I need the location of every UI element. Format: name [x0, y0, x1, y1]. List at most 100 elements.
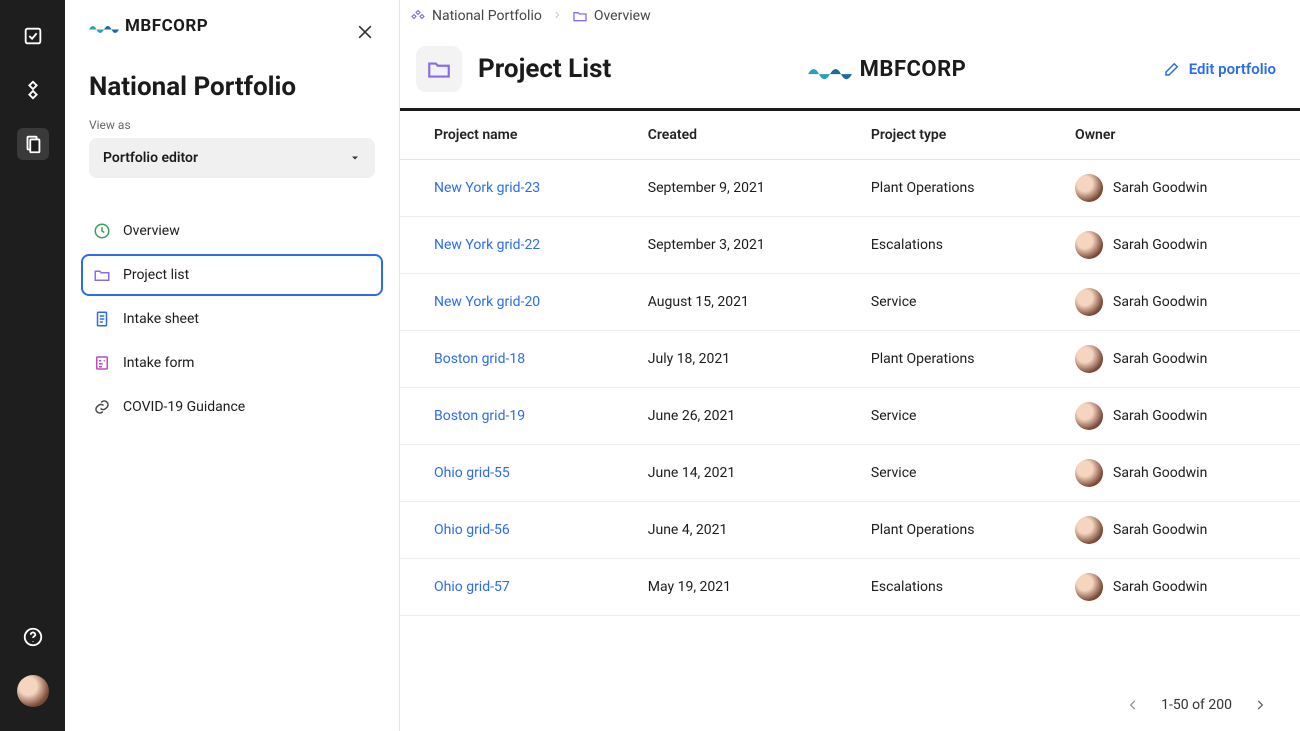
- breadcrumb-portfolio[interactable]: National Portfolio: [410, 8, 542, 24]
- pager-range: 1-50 of 200: [1161, 697, 1232, 713]
- owner-avatar: [1075, 402, 1103, 430]
- owner-name: Sarah Goodwin: [1113, 351, 1207, 367]
- sidebar-item-label: Project list: [123, 267, 189, 283]
- owner-name: Sarah Goodwin: [1113, 522, 1207, 538]
- projects-table: Project name Created Project type Owner …: [400, 108, 1300, 616]
- cell-created: June 26, 2021: [628, 388, 851, 445]
- sheet-icon: [93, 310, 111, 328]
- cell-created: September 3, 2021: [628, 217, 851, 274]
- page-folder-icon: [416, 46, 462, 92]
- cell-type: Plant Operations: [851, 331, 1055, 388]
- header-brand-name: MBFCORP: [860, 57, 967, 82]
- rail-apps-icon[interactable]: [17, 74, 49, 106]
- project-name-link[interactable]: Ohio grid-56: [434, 522, 510, 538]
- cell-type: Plant Operations: [851, 502, 1055, 559]
- table-row[interactable]: New York grid-22 September 3, 2021Escalat…: [400, 217, 1300, 274]
- cell-created: July 18, 2021: [628, 331, 851, 388]
- chevron-left-icon: [1126, 698, 1140, 712]
- rail-user-avatar[interactable]: [17, 675, 49, 707]
- owner-avatar: [1075, 516, 1103, 544]
- breadcrumb-section[interactable]: Overview: [572, 8, 651, 24]
- table-row[interactable]: Ohio grid-55 June 14, 2021Service Sarah Go…: [400, 445, 1300, 502]
- cell-owner: Sarah Goodwin: [1075, 402, 1280, 430]
- sidebar-item-project-list[interactable]: Project list: [81, 254, 383, 296]
- pencil-icon: [1163, 60, 1181, 78]
- sidebar-item-label: COVID-19 Guidance: [123, 399, 245, 415]
- cell-created: August 15, 2021: [628, 274, 851, 331]
- sidebar-item-label: Intake sheet: [123, 311, 199, 327]
- role-select-value: Portfolio editor: [103, 150, 198, 166]
- sidebar-item-label: Overview: [123, 223, 180, 239]
- table-row[interactable]: New York grid-23 September 9, 2021Plant O…: [400, 160, 1300, 217]
- portfolio-sidebar: MBFCORP National Portfolio View as Portf…: [65, 0, 400, 731]
- cell-created: May 19, 2021: [628, 559, 851, 616]
- rail-docs-icon[interactable]: [17, 128, 49, 160]
- sidebar-item-intake-form[interactable]: Intake form: [81, 342, 383, 384]
- cell-created: June 14, 2021: [628, 445, 851, 502]
- sidebar-title: National Portfolio: [65, 44, 399, 106]
- pager-next-button[interactable]: [1248, 693, 1272, 717]
- sidebar-item-covid-guidance[interactable]: COVID-19 Guidance: [81, 386, 383, 428]
- cell-created: September 9, 2021: [628, 160, 851, 217]
- project-name-link[interactable]: Ohio grid-55: [434, 465, 510, 481]
- owner-name: Sarah Goodwin: [1113, 579, 1207, 595]
- project-name-link[interactable]: Ohio grid-57: [434, 579, 510, 595]
- owner-avatar: [1075, 573, 1103, 601]
- owner-name: Sarah Goodwin: [1113, 180, 1207, 196]
- cell-owner: Sarah Goodwin: [1075, 459, 1280, 487]
- owner-name: Sarah Goodwin: [1113, 237, 1207, 253]
- edit-portfolio-label: Edit portfolio: [1189, 60, 1276, 78]
- table-row[interactable]: Boston grid-19 June 26, 2021Service Sarah …: [400, 388, 1300, 445]
- cell-type: Service: [851, 445, 1055, 502]
- cell-type: Plant Operations: [851, 160, 1055, 217]
- table-row[interactable]: Ohio grid-56 June 4, 2021Plant Operations…: [400, 502, 1300, 559]
- folder-icon: [572, 8, 588, 24]
- table-row[interactable]: New York grid-20August 15, 2021ServiceSa…: [400, 274, 1300, 331]
- owner-avatar: [1075, 345, 1103, 373]
- folder-icon: [93, 266, 111, 284]
- edit-portfolio-button[interactable]: Edit portfolio: [1163, 60, 1276, 78]
- main-content: National Portfolio Overview Project List…: [400, 0, 1300, 731]
- table-row[interactable]: Boston grid-18 July 18, 2021Plant Operati…: [400, 331, 1300, 388]
- rail-home-icon[interactable]: [17, 20, 49, 52]
- chevron-right-icon: [552, 8, 562, 24]
- project-name-link[interactable]: Boston grid-18: [434, 351, 525, 367]
- owner-avatar: [1075, 231, 1103, 259]
- col-created[interactable]: Created: [628, 110, 851, 160]
- link-icon: [93, 398, 111, 416]
- sidebar-item-intake-sheet[interactable]: Intake sheet: [81, 298, 383, 340]
- cell-owner: Sarah Goodwin: [1075, 231, 1280, 259]
- project-name-link[interactable]: New York grid-20: [434, 294, 540, 310]
- owner-name: Sarah Goodwin: [1113, 465, 1207, 481]
- owner-avatar: [1075, 174, 1103, 202]
- cell-type: Escalations: [851, 559, 1055, 616]
- table-row[interactable]: Ohio grid-57 May 19, 2021Escalations Sarah…: [400, 559, 1300, 616]
- col-project-type[interactable]: Project type: [851, 110, 1055, 160]
- pager-prev-button[interactable]: [1121, 693, 1145, 717]
- sidebar-nav: Overview Project list Intake sheet Intak…: [65, 202, 399, 436]
- breadcrumb: National Portfolio Overview: [400, 0, 1300, 32]
- sidebar-item-label: Intake form: [123, 355, 194, 371]
- page-title: Project List: [478, 54, 611, 84]
- cell-owner: Sarah Goodwin: [1075, 174, 1280, 202]
- brand-logo: MBFCORP: [89, 16, 208, 36]
- pager: 1-50 of 200: [400, 679, 1300, 731]
- close-sidebar-button[interactable]: [351, 18, 379, 46]
- brand-name: MBFCORP: [125, 16, 208, 36]
- header-brand-logo: MBFCORP: [627, 57, 1146, 82]
- clock-icon: [93, 222, 111, 240]
- owner-name: Sarah Goodwin: [1113, 294, 1207, 310]
- col-owner[interactable]: Owner: [1055, 110, 1300, 160]
- cell-type: Service: [851, 388, 1055, 445]
- rail-help-icon[interactable]: [17, 621, 49, 653]
- cell-type: Escalations: [851, 217, 1055, 274]
- project-name-link[interactable]: New York grid-22: [434, 237, 540, 253]
- role-select[interactable]: Portfolio editor: [89, 138, 375, 178]
- diamond-icon: [410, 8, 426, 24]
- project-name-link[interactable]: New York grid-23: [434, 180, 540, 196]
- sidebar-item-overview[interactable]: Overview: [81, 210, 383, 252]
- owner-avatar: [1075, 459, 1103, 487]
- cell-created: June 4, 2021: [628, 502, 851, 559]
- project-name-link[interactable]: Boston grid-19: [434, 408, 525, 424]
- col-project-name[interactable]: Project name: [400, 110, 628, 160]
